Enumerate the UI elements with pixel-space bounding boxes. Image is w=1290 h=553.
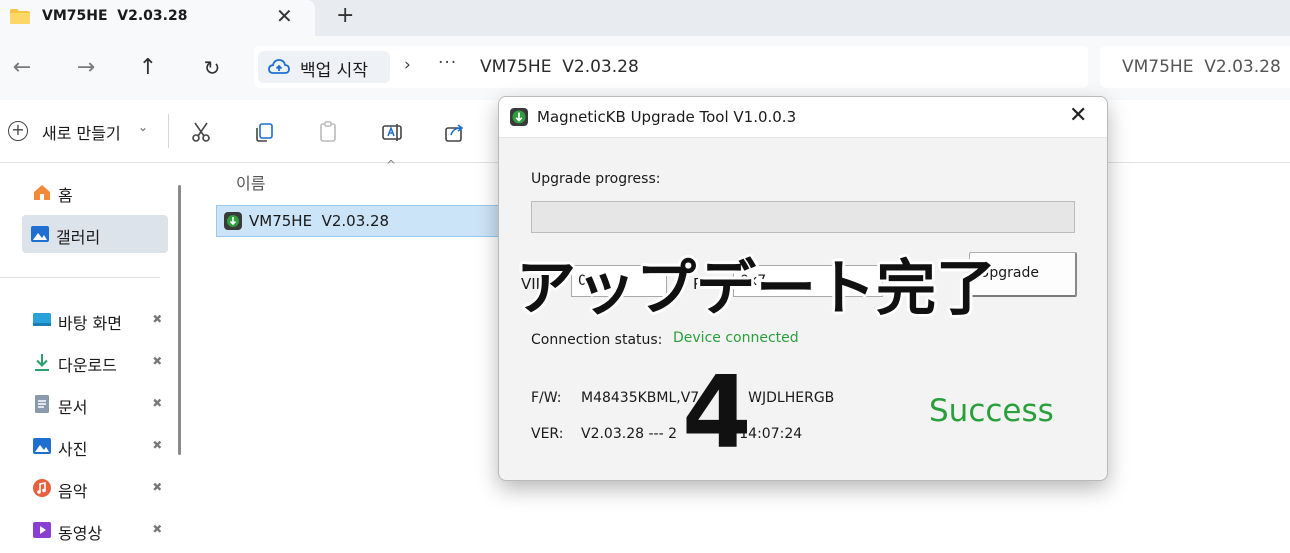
- desktop-icon: [33, 313, 51, 326]
- refresh-icon[interactable]: ↻: [198, 54, 226, 82]
- sidebar-item-documents[interactable]: 문서 ✚: [24, 385, 170, 423]
- sidebar-item-label: 갤러리: [56, 228, 101, 247]
- copy-icon[interactable]: [252, 120, 276, 144]
- column-header-name[interactable]: 이름: [236, 170, 265, 194]
- overlay-step-number: 4: [682, 354, 752, 471]
- sidebar-scrollbar[interactable]: [178, 185, 181, 455]
- titlebar-divider: [499, 137, 1107, 138]
- navigation-bar: ← → ↑ ↻ 백업 시작 › ··· VM75HE V2.03.28 VM75…: [0, 36, 1290, 100]
- version-label: VER:: [531, 426, 564, 442]
- upgrade-tool-app-icon: [224, 212, 242, 230]
- paste-icon[interactable]: [316, 120, 340, 144]
- pin-icon[interactable]: ✚: [149, 520, 166, 537]
- upgrade-progress-bar: [531, 201, 1075, 233]
- sidebar-item-videos[interactable]: 동영상 ✚: [24, 511, 170, 549]
- command-divider: [168, 114, 169, 148]
- connection-status-value: Device connected: [673, 330, 799, 346]
- sidebar-item-gallery[interactable]: 갤러리: [22, 215, 168, 253]
- new-tab-icon[interactable]: +: [336, 4, 354, 28]
- breadcrumb-root-label: 백업 시작: [300, 61, 368, 81]
- firmware-label: F/W:: [531, 390, 562, 406]
- file-item-selected[interactable]: VM75HE V2.03.28: [216, 205, 506, 237]
- new-button-label: 새로 만들기: [42, 124, 121, 143]
- pin-icon[interactable]: ✚: [149, 352, 166, 369]
- sort-ascending-icon: ^: [386, 158, 397, 172]
- pin-icon[interactable]: ✚: [149, 478, 166, 495]
- tab-vm75he[interactable]: VM75HE V2.03.28 ✕: [0, 0, 315, 36]
- file-name: VM75HE V2.03.28: [249, 212, 390, 230]
- sidebar-item-downloads[interactable]: 다운로드 ✚: [24, 343, 170, 381]
- dialog-close-icon[interactable]: ✕: [1069, 101, 1087, 131]
- music-icon: [33, 479, 51, 497]
- sidebar-item-pictures[interactable]: 사진 ✚: [24, 427, 170, 465]
- search-placeholder: VM75HE V2.03.28: [1122, 57, 1287, 77]
- search-box[interactable]: VM75HE V2.03.28: [1100, 46, 1290, 88]
- upgrade-result-status: Success: [929, 393, 1054, 429]
- up-arrow-icon[interactable]: ↑: [134, 54, 162, 82]
- document-icon: [35, 395, 49, 413]
- sidebar-item-label: 다운로드: [58, 356, 117, 375]
- cloud-backup-icon: [268, 59, 290, 74]
- download-icon: [35, 354, 49, 371]
- folder-icon: [10, 9, 30, 24]
- pictures-icon: [33, 438, 51, 454]
- forward-arrow-icon[interactable]: →: [72, 54, 100, 82]
- navigation-pane: 홈 갤러리 바탕 화면 ✚ 다운로드 ✚ 문서 ✚ 사진 ✚ 음악 ✚ 동영상 …: [0, 163, 190, 553]
- sidebar-item-label: 문서: [58, 398, 88, 417]
- sidebar-item-desktop[interactable]: 바탕 화면 ✚: [24, 301, 170, 339]
- video-icon: [33, 522, 51, 538]
- upgrade-tool-app-icon: [510, 108, 528, 126]
- sidebar-item-label: 사진: [58, 440, 88, 459]
- sidebar-item-label: 음악: [58, 482, 88, 501]
- sidebar-item-label: 동영상: [58, 524, 103, 543]
- cut-icon[interactable]: [189, 120, 213, 144]
- breadcrumb-root[interactable]: 백업 시작: [258, 51, 390, 83]
- home-icon: [34, 185, 50, 200]
- tab-close-icon[interactable]: ✕: [276, 4, 293, 28]
- tab-strip: VM75HE V2.03.28 ✕ +: [0, 0, 1290, 36]
- breadcrumb-overflow-icon[interactable]: ···: [438, 53, 457, 73]
- rename-icon[interactable]: [380, 120, 404, 144]
- pin-icon[interactable]: ✚: [149, 310, 166, 327]
- progress-label: Upgrade progress:: [531, 171, 661, 187]
- breadcrumb-separator-icon[interactable]: ›: [404, 55, 411, 75]
- address-bar[interactable]: 백업 시작 › ··· VM75HE V2.03.28: [254, 46, 1088, 88]
- sidebar-item-home[interactable]: 홈: [24, 173, 170, 211]
- tab-title: VM75HE V2.03.28: [42, 8, 188, 24]
- back-arrow-icon[interactable]: ←: [8, 54, 36, 82]
- breadcrumb-current[interactable]: VM75HE V2.03.28: [480, 57, 639, 77]
- overlay-caption: アップデート完了: [516, 254, 996, 324]
- dialog-titlebar[interactable]: MagneticKB Upgrade Tool V1.0.0.3 ✕: [499, 97, 1107, 137]
- chevron-down-icon: ⌄: [138, 120, 149, 134]
- sidebar-divider: [0, 277, 160, 278]
- sidebar-item-music[interactable]: 음악 ✚: [24, 469, 170, 507]
- pin-icon[interactable]: ✚: [149, 436, 166, 453]
- pin-icon[interactable]: ✚: [149, 394, 166, 411]
- share-icon[interactable]: [443, 120, 467, 144]
- sidebar-item-label: 바탕 화면: [58, 314, 122, 333]
- plus-circle-icon: +: [8, 121, 28, 141]
- connection-status-label: Connection status:: [531, 332, 663, 348]
- dialog-title: MagneticKB Upgrade Tool V1.0.0.3: [537, 108, 797, 126]
- sidebar-item-label: 홈: [58, 186, 73, 205]
- gallery-icon: [31, 226, 49, 242]
